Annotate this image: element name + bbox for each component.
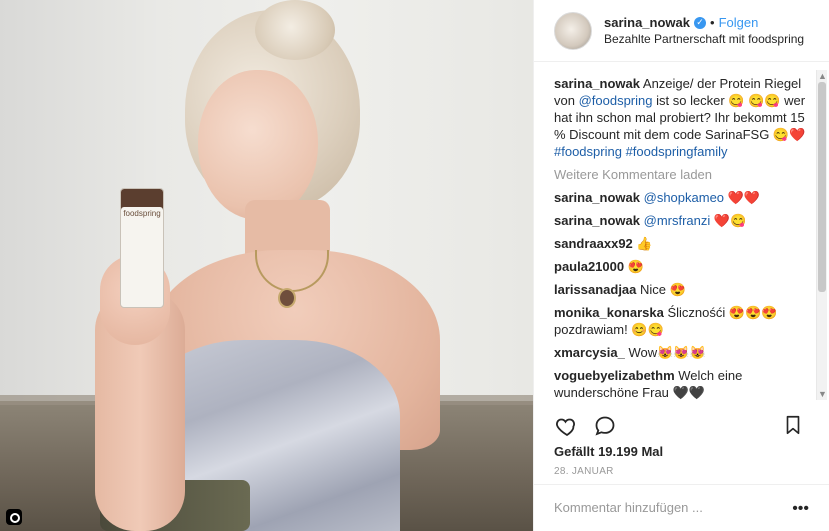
protein-bar-brand: foodspring xyxy=(123,209,161,218)
comment-text: 👍 xyxy=(636,236,653,251)
photo-pendant xyxy=(278,288,296,308)
comment-username[interactable]: larissanadjaa xyxy=(554,282,636,297)
comment-text: 😍 xyxy=(627,259,644,274)
comment-username[interactable]: xmarcysia_ xyxy=(554,345,625,360)
comment-text: Nice 😍 xyxy=(640,282,686,297)
comment-username[interactable]: voguebyelizabethm xyxy=(554,368,675,383)
bookmark-icon xyxy=(786,415,800,435)
load-more-comments-button[interactable]: Weitere Kommentare laden xyxy=(554,166,812,183)
instagram-corner-icon xyxy=(6,509,22,525)
photo-hair-bun xyxy=(255,0,335,60)
scroll-up-icon[interactable]: ▲ xyxy=(818,72,827,81)
comment-username[interactable]: monika_konarska xyxy=(554,305,664,320)
post-header: sarina_nowak • Folgen Bezahlte Partnersc… xyxy=(534,0,829,62)
comment-item: sarina_nowak @shopkameo ❤️❤️ xyxy=(554,189,812,206)
speech-bubble-icon xyxy=(595,416,615,436)
comment-text: ❤️❤️ xyxy=(727,190,761,205)
like-button[interactable] xyxy=(554,413,580,439)
comment-mention[interactable]: @mrsfranzi xyxy=(644,213,711,228)
follow-button[interactable]: Folgen xyxy=(719,15,759,30)
header-text: sarina_nowak • Folgen Bezahlte Partnersc… xyxy=(604,15,804,46)
comments-scrollbar[interactable]: ▲ ▼ xyxy=(816,70,827,400)
comment-item: voguebyelizabethm Welch eine wunderschön… xyxy=(554,367,812,401)
divider xyxy=(534,484,829,485)
instagram-post: foodspring sarina_nowak • Folgen Bezahlt… xyxy=(0,0,829,531)
comment-username[interactable]: paula21000 xyxy=(554,259,624,274)
caption-hashtag-foodspringfamily[interactable]: #foodspringfamily xyxy=(626,144,728,159)
comment-text: Wow😻😻😻 xyxy=(628,345,706,360)
comment-item: xmarcysia_ Wow😻😻😻 xyxy=(554,344,812,361)
header-username[interactable]: sarina_nowak xyxy=(604,15,690,30)
comment-username[interactable]: sarina_nowak xyxy=(554,190,640,205)
verified-badge-icon xyxy=(694,16,706,29)
comment-mention[interactable]: @shopkameo xyxy=(644,190,724,205)
comment-item: monika_konarska Ślicznośći 😍😍😍 pozdrawia… xyxy=(554,304,812,338)
caption-hashtag-foodspring[interactable]: #foodspring xyxy=(554,144,622,159)
scroll-down-icon[interactable]: ▼ xyxy=(818,390,827,399)
comment-item: sandraaxx92 👍 xyxy=(554,235,812,252)
save-button[interactable] xyxy=(780,412,806,438)
more-options-icon[interactable]: ••• xyxy=(792,500,809,518)
comment-input[interactable]: Kommentar hinzufügen ... xyxy=(554,500,703,515)
scrollbar-thumb[interactable] xyxy=(818,82,826,292)
likes-count[interactable]: Gefällt 19.199 Mal xyxy=(554,444,663,459)
comment-button[interactable] xyxy=(592,413,618,439)
post-photo[interactable]: foodspring xyxy=(0,0,533,531)
caption: sarina_nowak Anzeige/ der Protein Riegel… xyxy=(554,75,812,160)
header-separator: • xyxy=(710,15,715,30)
comment-text: ❤️😋 xyxy=(713,213,747,228)
comment-item: sarina_nowak @mrsfranzi ❤️😋 xyxy=(554,212,812,229)
comments-list[interactable]: sarina_nowak Anzeige/ der Protein Riegel… xyxy=(554,75,812,405)
paid-partnership-label[interactable]: Bezahlte Partnerschaft mit foodspring xyxy=(604,32,804,46)
comment-username[interactable]: sandraaxx92 xyxy=(554,236,633,251)
avatar[interactable] xyxy=(554,11,592,50)
comment-item: larissanadjaa Nice 😍 xyxy=(554,281,812,298)
post-actions xyxy=(554,412,816,440)
caption-username[interactable]: sarina_nowak xyxy=(554,76,640,91)
heart-icon xyxy=(556,418,575,437)
post-date[interactable]: 28. JANUAR xyxy=(554,466,614,477)
photo-face xyxy=(198,70,318,220)
header-line: sarina_nowak • Folgen xyxy=(604,15,804,30)
caption-mention[interactable]: @foodspring xyxy=(579,93,653,108)
comment-username[interactable]: sarina_nowak xyxy=(554,213,640,228)
comment-item: paula21000 😍 xyxy=(554,258,812,275)
photo-protein-bar: foodspring xyxy=(120,188,164,308)
post-side-panel: sarina_nowak • Folgen Bezahlte Partnersc… xyxy=(533,0,829,531)
